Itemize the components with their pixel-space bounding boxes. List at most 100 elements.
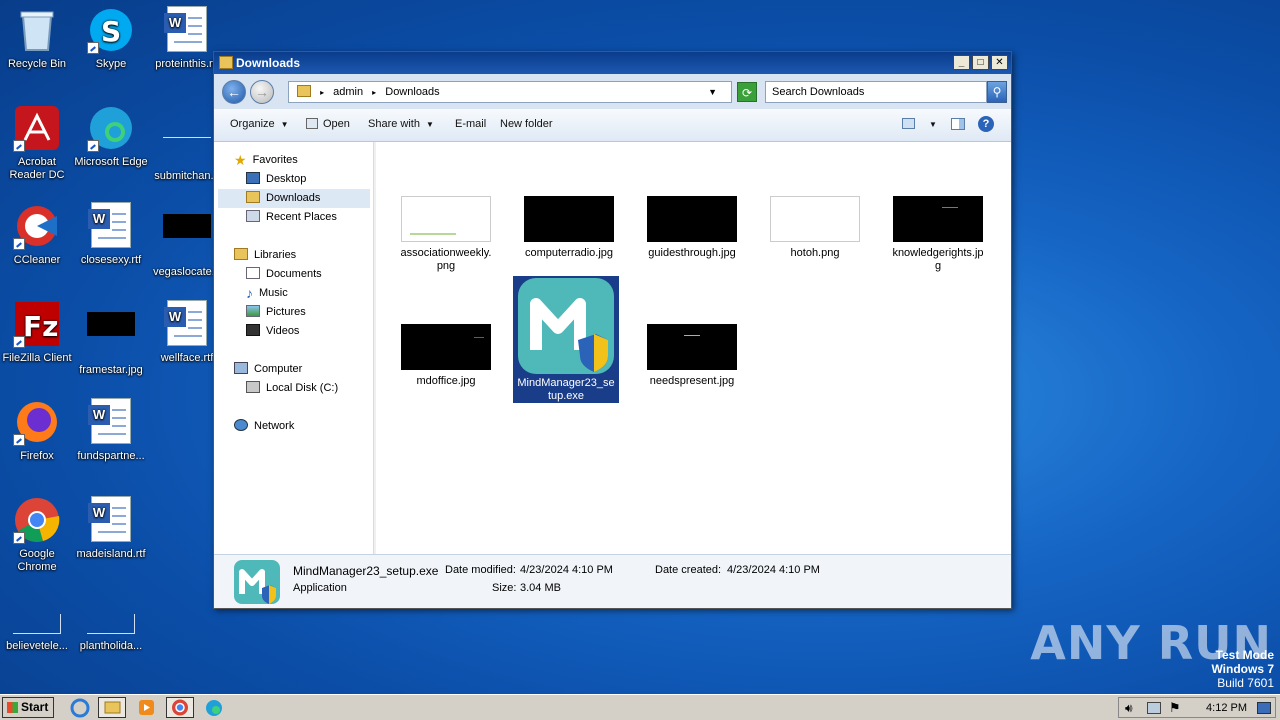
file-believetele-icon[interactable]: believetele...: [0, 614, 74, 653]
nav-documents[interactable]: Documents: [246, 265, 322, 284]
nav-pictures[interactable]: Pictures: [246, 303, 306, 322]
framestar-jpg-icon[interactable]: framestar.jpg: [74, 300, 148, 377]
close-button[interactable]: ✕: [991, 55, 1008, 70]
explorer-taskbar-button[interactable]: [98, 697, 126, 718]
media-player-icon[interactable]: [132, 697, 160, 718]
nav-downloads[interactable]: Downloads: [218, 189, 370, 208]
action-center-flag-icon[interactable]: ⚑: [1169, 700, 1181, 716]
ccleaner-icon[interactable]: CCleaner: [0, 202, 74, 267]
desktop-icon: [246, 172, 260, 184]
nav-favorites[interactable]: ★ Favorites: [234, 151, 298, 170]
chrome-icon[interactable]: Google Chrome: [0, 496, 74, 574]
test-mode-label: Test Mode: [1215, 648, 1274, 662]
filezilla-icon[interactable]: Fz FileZilla Client: [0, 300, 74, 365]
build-label: Build 7601: [1217, 676, 1274, 690]
network-tray-icon[interactable]: [1147, 702, 1161, 714]
details-modified-value: 4/23/2024 4:10 PM: [520, 564, 613, 576]
file-item[interactable]: computerradio.jpg: [517, 196, 621, 260]
folder-icon: [219, 56, 233, 69]
skype-icon[interactable]: S Skype: [74, 6, 148, 71]
filezilla-label: FileZilla Client: [2, 352, 72, 364]
preview-pane-button[interactable]: [951, 118, 965, 131]
back-button[interactable]: ←: [222, 80, 246, 104]
title-bar[interactable]: Downloads _ □ ✕: [214, 52, 1011, 74]
nav-pictures-label: Pictures: [266, 306, 306, 318]
nav-network[interactable]: Network: [234, 417, 294, 436]
minimize-button[interactable]: _: [953, 55, 970, 70]
nav-favorites-label: Favorites: [252, 154, 298, 166]
internet-explorer-icon[interactable]: [66, 697, 94, 718]
help-button[interactable]: ?: [978, 116, 994, 132]
share-with-button[interactable]: Share with ▼: [368, 118, 434, 130]
nav-videos-label: Videos: [266, 325, 300, 337]
nav-music[interactable]: ♪ Music: [246, 284, 288, 303]
disk-icon: [246, 381, 260, 393]
test-mode-notice: Test Mode Windows 7 Build 7601: [1211, 648, 1274, 690]
file-item[interactable]: needspresent.jpg: [640, 324, 744, 388]
file-plantholida-icon[interactable]: plantholida...: [74, 614, 148, 653]
file-item[interactable]: hotoh.png: [763, 196, 867, 260]
address-dropdown-icon[interactable]: ▼: [708, 82, 717, 102]
file-item[interactable]: guidesthrough.jpg: [640, 196, 744, 260]
explorer-window[interactable]: Downloads _ □ ✕ ← → ▸ admin ▸ Downloads …: [213, 51, 1012, 609]
new-folder-button[interactable]: New folder: [500, 118, 553, 130]
image-thumbnail: [647, 324, 737, 370]
file-item-selected[interactable]: MindManager23_se tup.exe: [513, 276, 619, 403]
file-name: computerradio.jpg: [524, 247, 614, 259]
fundspartne-rtf-icon[interactable]: W fundspartne...: [74, 398, 148, 463]
file-item[interactable]: associationweekly. png: [394, 196, 498, 273]
nav-desktop[interactable]: Desktop: [246, 170, 306, 189]
email-button[interactable]: E-mail: [455, 118, 486, 130]
edge-icon[interactable]: Microsoft Edge: [74, 104, 148, 169]
chrome-label: Google Chrome: [17, 548, 57, 573]
volume-icon[interactable]: 🔊︎: [1125, 701, 1133, 716]
breadcrumb-separator: ▸: [372, 88, 377, 97]
edge-taskbar-icon[interactable]: [200, 697, 228, 718]
nav-local-disk[interactable]: Local Disk (C:): [246, 379, 338, 398]
command-bar: Organize ▼ Open Share with ▼ E-mail New fo…: [214, 109, 1011, 142]
nav-desktop-label: Desktop: [266, 173, 307, 185]
show-desktop-icon[interactable]: [1257, 702, 1271, 714]
breadcrumb-downloads[interactable]: Downloads: [385, 86, 439, 98]
nav-videos[interactable]: Videos: [246, 322, 299, 341]
acrobat-reader-icon[interactable]: Acrobat Reader DC: [0, 104, 74, 182]
address-bar[interactable]: ▸ admin ▸ Downloads ▼: [288, 81, 732, 103]
navigation-pane: ★ Favorites Desktop Downloads Recent Plac…: [214, 142, 374, 554]
file-item[interactable]: mdoffice.jpg: [394, 324, 498, 388]
open-button[interactable]: Open: [306, 118, 350, 130]
refresh-button[interactable]: ⟳: [737, 82, 757, 102]
music-icon: ♪: [246, 285, 253, 301]
nav-recent-places[interactable]: Recent Places: [246, 208, 337, 227]
framestar-label: framestar.jpg: [79, 364, 143, 376]
closesexy-rtf-icon[interactable]: W closesexy.rtf: [74, 202, 148, 267]
details-type: Application: [293, 582, 347, 594]
change-view-button[interactable]: ▼: [902, 118, 937, 130]
start-button[interactable]: Start: [2, 697, 54, 718]
closesexy-label: closesexy.rtf: [80, 254, 142, 266]
chrome-taskbar-icon[interactable]: [166, 697, 194, 718]
forward-button[interactable]: →: [250, 80, 274, 104]
file-name-line1: associationweekly.: [400, 247, 492, 259]
breadcrumb-admin[interactable]: admin: [333, 86, 363, 98]
madeisland-rtf-icon[interactable]: W madeisland.rtf: [74, 496, 148, 561]
file-name-line2: png: [436, 260, 456, 272]
nav-computer[interactable]: Computer: [234, 360, 302, 379]
firefox-icon[interactable]: Firefox: [0, 398, 74, 463]
search-input[interactable]: Search Downloads: [765, 81, 987, 103]
window-title: Downloads: [236, 56, 301, 70]
nav-downloads-label: Downloads: [266, 192, 321, 204]
plantholida-label: plantholida...: [79, 640, 143, 652]
fundspartne-label: fundspartne...: [77, 450, 145, 462]
clock[interactable]: 4:12 PM: [1206, 702, 1247, 714]
search-button[interactable]: ⚲: [987, 81, 1007, 103]
file-list[interactable]: associationweekly. png computerradio.jpg…: [376, 142, 1011, 554]
file-item[interactable]: knowledgerights.jp g: [886, 196, 990, 273]
details-size-label: Size:: [492, 582, 517, 594]
nav-computer-label: Computer: [254, 363, 303, 375]
maximize-button[interactable]: □: [972, 55, 989, 70]
image-thumbnail: [401, 196, 491, 242]
recycle-bin-icon[interactable]: Recycle Bin: [0, 6, 74, 71]
preview-pane-icon: [951, 118, 965, 130]
organize-button[interactable]: Organize ▼: [230, 118, 289, 130]
nav-libraries[interactable]: Libraries: [234, 246, 296, 265]
